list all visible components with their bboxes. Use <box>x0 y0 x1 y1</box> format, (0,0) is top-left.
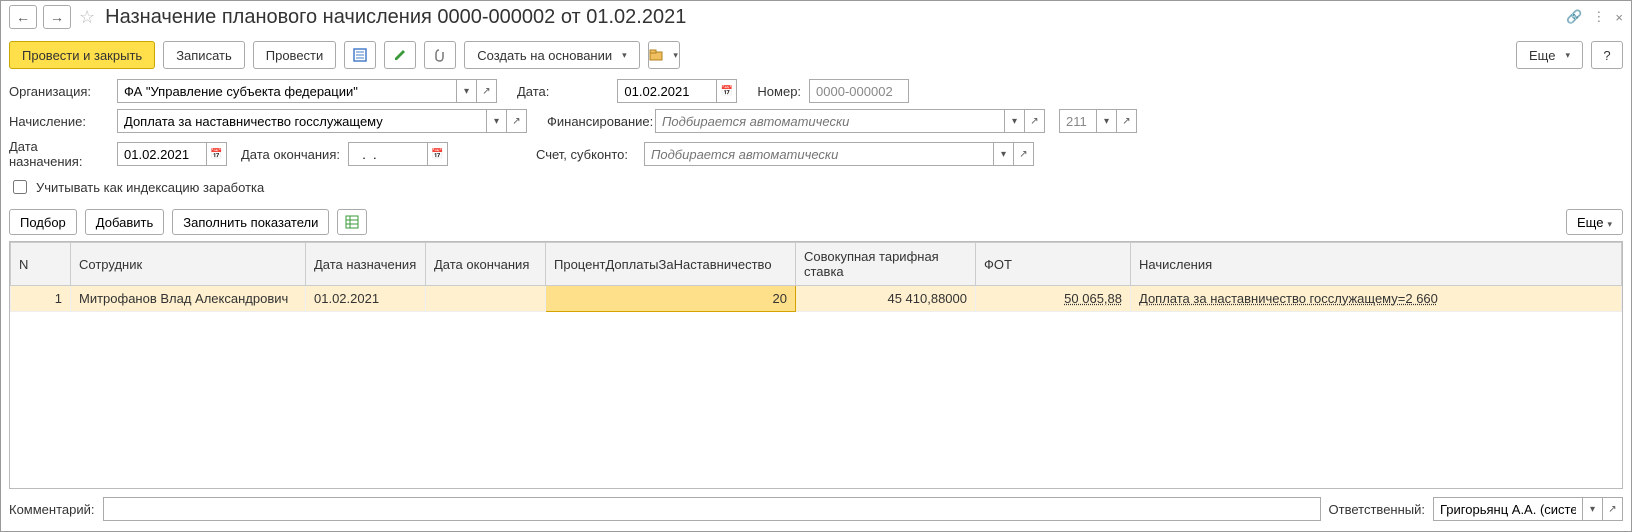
col-assign-date[interactable]: Дата назначения <box>306 243 426 286</box>
col-accruals[interactable]: Начисления <box>1131 243 1622 286</box>
settings-icon[interactable]: ⋮ <box>1592 9 1605 25</box>
col-employee[interactable]: Сотрудник <box>71 243 306 286</box>
account-label: Счет, субконто: <box>536 147 636 162</box>
col-percent[interactable]: ПроцентДоплатыЗаНаставничество <box>546 243 796 286</box>
data-table[interactable]: N Сотрудник Дата назначения Дата окончан… <box>9 241 1623 489</box>
org-dropdown-icon[interactable]: ▾ <box>457 79 477 103</box>
more-button[interactable]: Еще <box>1516 41 1583 69</box>
financing-label: Финансирование: <box>547 114 647 129</box>
table-row[interactable]: 1 Митрофанов Влад Александрович 01.02.20… <box>11 286 1622 312</box>
forward-button[interactable]: → <box>43 5 71 29</box>
cell-employee[interactable]: Митрофанов Влад Александрович <box>71 286 306 312</box>
col-n[interactable]: N <box>11 243 71 286</box>
accrual-dropdown-icon[interactable]: ▾ <box>487 109 507 133</box>
link-icon[interactable]: 🔗 <box>1566 9 1582 25</box>
favorite-star-icon[interactable]: ☆ <box>79 7 95 28</box>
end-date-calendar-icon[interactable]: 📅 <box>428 142 448 166</box>
assign-date-input[interactable] <box>117 142 207 166</box>
accrual-input[interactable] <box>117 109 487 133</box>
save-button[interactable]: Записать <box>163 41 245 69</box>
indexation-label: Учитывать как индексацию заработка <box>36 180 264 195</box>
kbk-input <box>1059 109 1097 133</box>
date-label: Дата: <box>517 84 549 99</box>
post-and-close-button[interactable]: Провести и закрыть <box>9 41 155 69</box>
add-row-button[interactable]: Добавить <box>85 209 164 235</box>
pick-button[interactable]: Подбор <box>9 209 77 235</box>
account-dropdown-icon[interactable]: ▾ <box>994 142 1014 166</box>
number-label: Номер: <box>757 84 801 99</box>
window-title: Назначение планового начисления 0000-000… <box>105 6 1560 29</box>
date-input[interactable] <box>617 79 717 103</box>
number-input <box>809 79 909 103</box>
attachment-icon[interactable] <box>424 41 456 69</box>
financing-input[interactable] <box>655 109 1005 133</box>
org-label: Организация: <box>9 84 109 99</box>
cell-accruals[interactable]: Доплата за наставничество госслужащему=2… <box>1131 286 1622 312</box>
help-button[interactable]: ? <box>1591 41 1623 69</box>
accruals-link[interactable]: Доплата за наставничество госслужащему=2… <box>1139 291 1438 306</box>
responsible-label: Ответственный: <box>1329 502 1425 517</box>
assign-date-label: Дата назначения: <box>9 139 109 169</box>
back-button[interactable]: ← <box>9 5 37 29</box>
cell-percent[interactable]: 20 <box>546 286 796 312</box>
table-more-button[interactable]: Еще <box>1566 209 1623 235</box>
cell-assign-date[interactable]: 01.02.2021 <box>306 286 426 312</box>
end-date-input[interactable] <box>348 142 428 166</box>
report-icon[interactable] <box>344 41 376 69</box>
cell-end-date[interactable] <box>426 286 546 312</box>
create-based-button[interactable]: Создать на основании <box>464 41 639 69</box>
org-input[interactable] <box>117 79 457 103</box>
cell-n[interactable]: 1 <box>11 286 71 312</box>
org-open-icon[interactable]: ↗ <box>477 79 497 103</box>
responsible-input[interactable] <box>1433 497 1583 521</box>
fill-indicators-button[interactable]: Заполнить показатели <box>172 209 329 235</box>
end-date-label: Дата окончания: <box>241 147 340 162</box>
responsible-open-icon[interactable]: ↗ <box>1603 497 1623 521</box>
accrual-label: Начисление: <box>9 114 109 129</box>
indexation-checkbox[interactable] <box>13 180 27 194</box>
col-end-date[interactable]: Дата окончания <box>426 243 546 286</box>
cell-tariff[interactable]: 45 410,88000 <box>796 286 976 312</box>
kbk-open-icon[interactable]: ↗ <box>1117 109 1137 133</box>
table-settings-icon[interactable] <box>337 209 367 235</box>
accrual-open-icon[interactable]: ↗ <box>507 109 527 133</box>
col-fot[interactable]: ФОТ <box>976 243 1131 286</box>
close-icon[interactable]: × <box>1615 10 1623 25</box>
comment-label: Комментарий: <box>9 502 95 517</box>
comment-input[interactable] <box>103 497 1321 521</box>
edit-icon[interactable] <box>384 41 416 69</box>
fot-link[interactable]: 50 065,88 <box>1064 291 1122 306</box>
account-open-icon[interactable]: ↗ <box>1014 142 1034 166</box>
responsible-dropdown-icon[interactable]: ▾ <box>1583 497 1603 521</box>
kbk-dropdown-icon[interactable]: ▾ <box>1097 109 1117 133</box>
folder-icon-button[interactable] <box>648 41 680 69</box>
assign-date-calendar-icon[interactable]: 📅 <box>207 142 227 166</box>
date-calendar-icon[interactable]: 📅 <box>717 79 737 103</box>
financing-dropdown-icon[interactable]: ▾ <box>1005 109 1025 133</box>
post-button[interactable]: Провести <box>253 41 337 69</box>
cell-fot[interactable]: 50 065,88 <box>976 286 1131 312</box>
col-tariff[interactable]: Совокупная тарифная ставка <box>796 243 976 286</box>
account-input[interactable] <box>644 142 994 166</box>
financing-open-icon[interactable]: ↗ <box>1025 109 1045 133</box>
